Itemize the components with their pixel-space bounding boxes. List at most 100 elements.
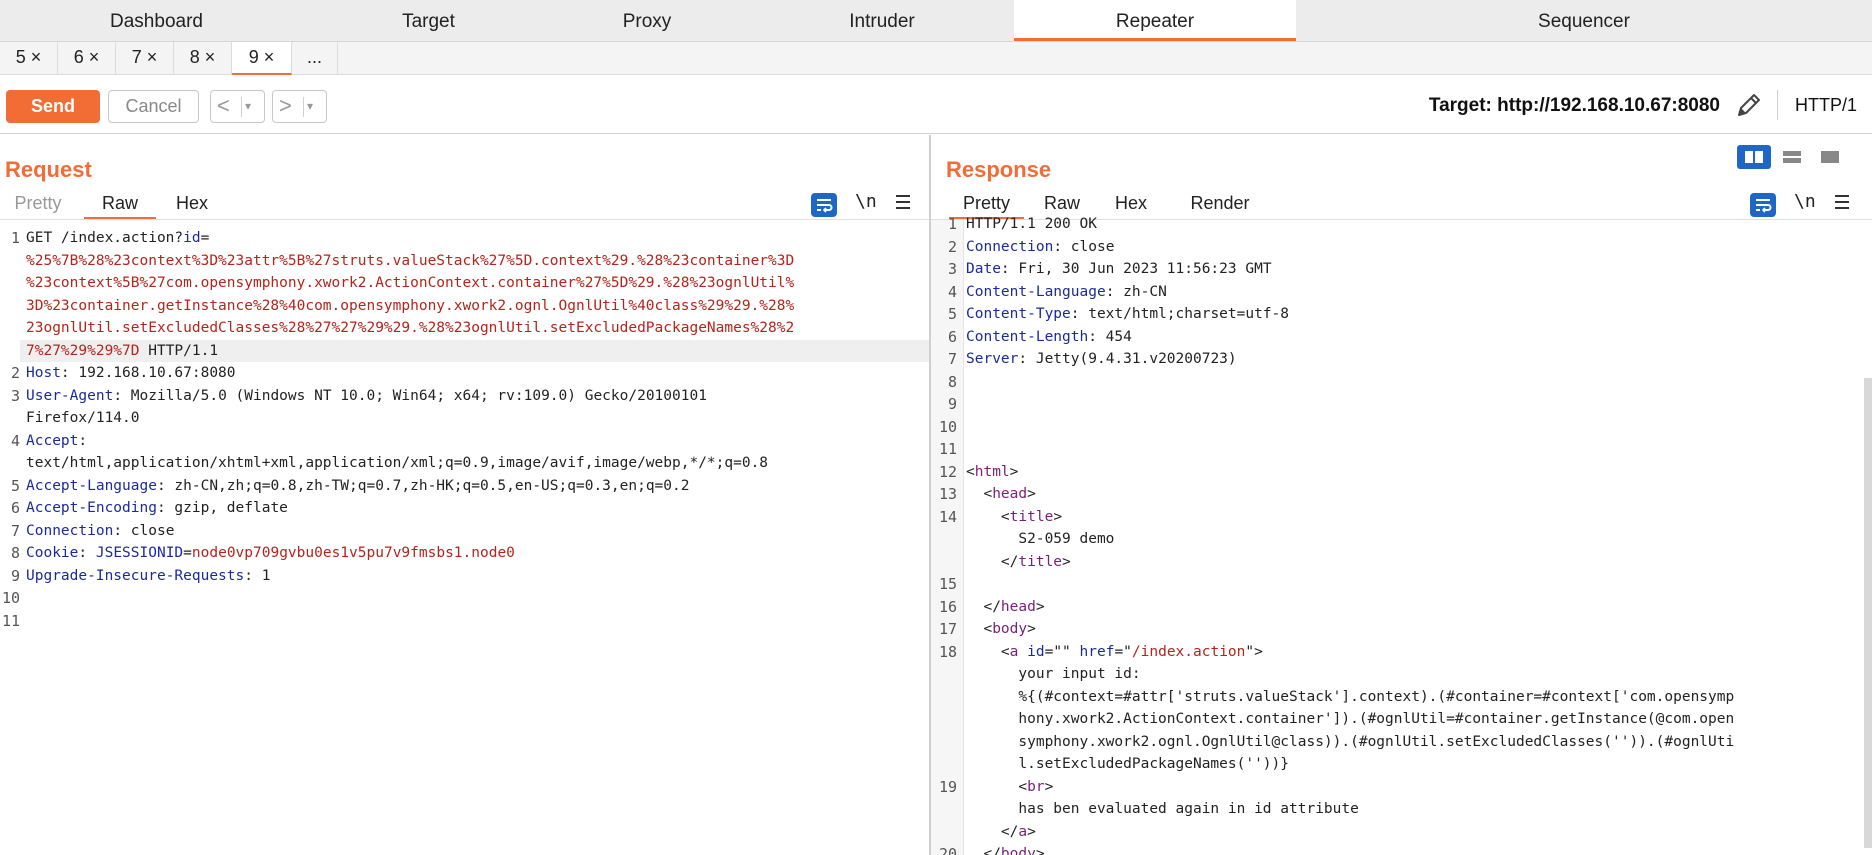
code-text: Connection: close (26, 520, 174, 543)
layout-stacked-icon[interactable] (1775, 145, 1809, 169)
layout-buttons (1737, 145, 1847, 171)
line-number: 11 (1, 611, 20, 630)
code-text: <br> (966, 776, 1053, 799)
code-token: < (966, 508, 1010, 525)
code-text: hony.xwork2.ActionContext.container']).(… (966, 708, 1734, 731)
menu-icon[interactable] (896, 195, 910, 209)
request-view-tab-pretty[interactable]: Pretty (0, 189, 76, 219)
code-line: 1 HTTP/1.1 200 OK (931, 213, 1861, 236)
forward-button[interactable]: > ▾ (272, 90, 327, 123)
code-token: id (1027, 643, 1045, 660)
code-line: 4 Content-Language: zh-CN (931, 281, 1861, 304)
code-token: body (1000, 846, 1036, 855)
request-tab[interactable]: 9 × (232, 42, 292, 75)
code-token: href (1079, 643, 1115, 660)
code-token: JSESSIONID (95, 545, 184, 561)
code-token: l.setExcludedPackageNames(''))} (966, 756, 1290, 772)
top-tab-dashboard[interactable]: Dashboard (0, 0, 313, 41)
code-token: : text/html;charset=utf-8 (1070, 306, 1290, 322)
top-tab-target[interactable]: Target (313, 0, 544, 41)
code-token: has ben evaluated again in id attribute (966, 801, 1359, 817)
code-token: < (966, 643, 1010, 660)
http-version-toggle[interactable]: HTTP/1 (1795, 95, 1857, 116)
top-tab-proxy[interactable]: Proxy (544, 0, 750, 41)
code-token: > (1027, 823, 1036, 840)
line-number: 9 (10, 566, 20, 585)
code-text: Accept-Language: zh-CN,zh;q=0.8,zh-TW;q=… (26, 475, 689, 498)
request-tab[interactable]: 6 × (58, 42, 116, 75)
layout-single-icon[interactable] (1813, 145, 1847, 169)
code-line: 6 Content-Length: 454 (931, 326, 1861, 349)
response-scrollbar[interactable] (1864, 378, 1872, 848)
code-text: <title> (966, 506, 1062, 529)
request-tab-more[interactable]: ... (292, 42, 338, 75)
line-number: 8 (10, 544, 20, 562)
line-number: 20 (938, 845, 957, 855)
back-button[interactable]: < ▾ (210, 90, 265, 123)
code-text: %{(#context=#attr['struts.valueStack'].c… (966, 686, 1734, 709)
code-token: < (966, 778, 1028, 795)
code-line: 17 <body> (931, 618, 1861, 641)
code-token: head (1000, 598, 1036, 615)
cancel-button[interactable]: Cancel (108, 90, 199, 123)
code-token: < (966, 486, 993, 502)
pencil-icon[interactable] (1735, 91, 1763, 119)
request-tab[interactable]: 5 × (0, 42, 58, 75)
request-tab-bar: 5 × 6 × 7 × 8 × 9 ×... (0, 42, 1872, 75)
code-line: %{(#context=#attr['struts.valueStack'].c… (931, 686, 1861, 709)
code-text: Server: Jetty(9.4.31.v20200723) (966, 348, 1237, 371)
code-line: 3 Date: Fri, 30 Jun 2023 11:56:23 GMT (931, 258, 1861, 281)
back-dropdown-icon[interactable]: ▾ (245, 99, 251, 113)
code-line: has ben evaluated again in id attribute (931, 798, 1861, 821)
line-number: 3 (947, 260, 957, 278)
code-token: > (1062, 553, 1071, 570)
line-number: 5 (947, 305, 957, 323)
response-editor[interactable]: 1 HTTP/1.1 200 OK 2 Connection: close 3 Date:… (931, 213, 1861, 855)
send-button[interactable]: Send (6, 90, 100, 123)
line-number: 5 (10, 476, 20, 495)
code-token: HTTP/1.1 200 OK (966, 216, 1097, 232)
code-token: body (992, 621, 1028, 637)
line-number: 4 (10, 431, 20, 450)
code-line: </title> (931, 551, 1861, 574)
code-token: : Jetty(9.4.31.v20200723) (1018, 351, 1237, 367)
code-token: < (966, 621, 993, 637)
code-token: : zh-CN (1105, 283, 1167, 300)
code-line: 19 <br> (931, 776, 1861, 799)
newline-icon[interactable]: \n (1794, 191, 1816, 212)
code-text: text/html,application/xhtml+xml,applicat… (26, 452, 768, 475)
code-token: hony.xwork2.ActionContext.container']).(… (966, 711, 1735, 727)
menu-icon[interactable] (1835, 195, 1849, 209)
code-token: %{(#context=#attr['struts.valueStack'].c… (966, 688, 1735, 705)
request-view-tab-hex[interactable]: Hex (160, 189, 224, 219)
response-title: Response (946, 157, 1052, 182)
code-token: your input id: (966, 666, 1141, 682)
top-tab-intruder[interactable]: Intruder (750, 0, 1014, 41)
wrap-lines-icon[interactable] (811, 193, 837, 217)
code-line: 18 <a id="" href="/index.action"> (931, 641, 1861, 664)
code-token: > (1027, 486, 1036, 502)
request-tab[interactable]: 8 × (174, 42, 232, 75)
newline-icon[interactable]: \n (855, 191, 877, 212)
request-tab[interactable]: 7 × (116, 42, 174, 75)
request-view-tab-raw[interactable]: Raw (84, 189, 156, 219)
code-token: Content-Length (966, 328, 1089, 345)
top-tab-repeater[interactable]: Repeater (1014, 0, 1296, 41)
line-number: 8 (947, 372, 957, 391)
code-text: Content-Language: zh-CN (966, 281, 1167, 304)
code-line: 16 </head> (931, 596, 1861, 619)
line-number: 10 (938, 417, 957, 436)
code-text: </a> (966, 821, 1036, 844)
forward-dropdown-icon[interactable]: ▾ (307, 99, 313, 113)
code-token: Upgrade-Insecure-Requests (26, 567, 245, 584)
code-text: Content-Length: 454 (966, 326, 1132, 349)
code-text: has ben evaluated again in id attribute (966, 798, 1359, 821)
code-token: =" (1114, 643, 1132, 660)
layout-side-by-side-icon[interactable] (1737, 145, 1771, 169)
line-number: 4 (947, 282, 957, 301)
code-token: > (1035, 598, 1045, 615)
code-token: S2-059 demo (966, 531, 1115, 547)
code-text: <html> (966, 461, 1018, 484)
top-tab-sequencer[interactable]: Sequencer (1296, 0, 1872, 41)
code-text: Date: Fri, 30 Jun 2023 11:56:23 GMT (966, 258, 1272, 281)
